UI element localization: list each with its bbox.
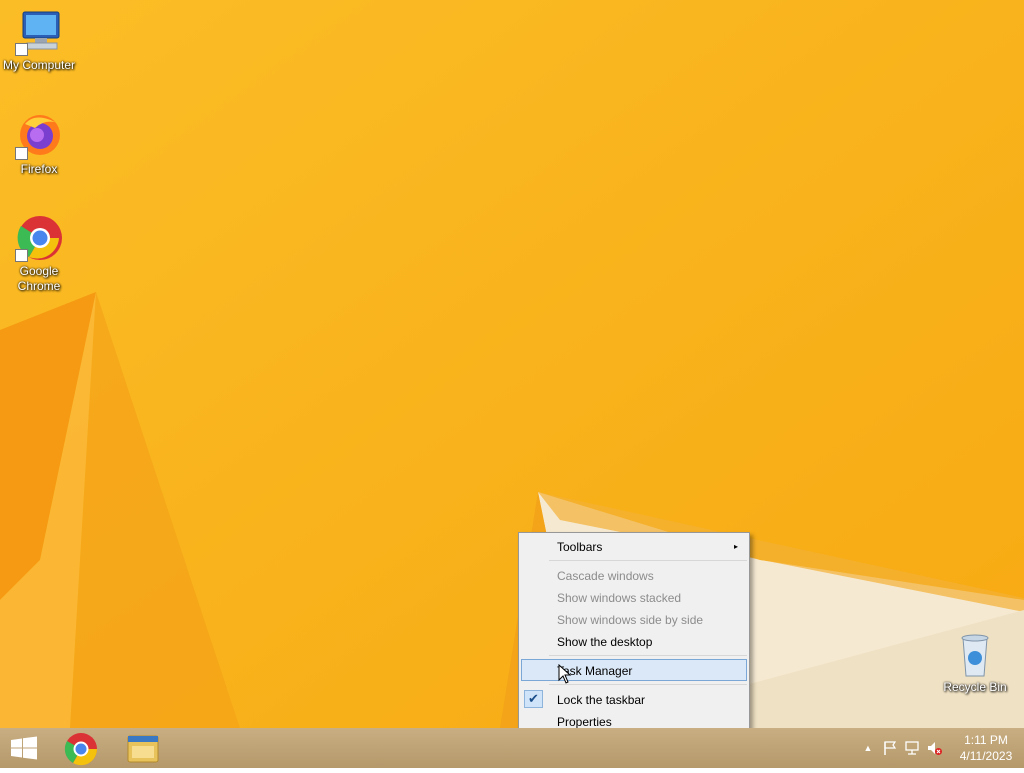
desktop-icon-firefox[interactable]: Firefox [0,112,78,177]
menu-item-label: Cascade windows [557,569,654,583]
shortcut-arrow-icon [15,43,28,56]
volume-muted-icon[interactable] [926,740,942,756]
desktop[interactable]: My Computer Firefox Google Chrome Recycl… [0,0,1024,728]
checkmark-icon: ✔ [524,690,543,708]
clock-time: 1:11 PM [964,733,1008,747]
menu-item-label: Show windows stacked [557,591,682,605]
start-button[interactable] [0,728,48,768]
clock[interactable]: 1:11 PM 4/11/2023 [956,732,1016,764]
desktop-icon-label: My Computer [2,58,76,72]
menu-item-lock-the-taskbar[interactable]: ✔ Lock the taskbar [521,688,747,710]
desktop-icon-my-computer[interactable]: My Computer [0,8,78,73]
menu-item-toolbars[interactable]: Toolbars ▸ [521,535,747,557]
menu-item-show-windows-stacked[interactable]: Show windows stacked [521,586,747,608]
show-hidden-icons-button[interactable]: ▲ [860,740,876,756]
firefox-icon [15,112,63,160]
shortcut-arrow-icon [15,147,28,160]
menu-separator [549,560,747,561]
menu-item-task-manager[interactable]: Task Manager [521,659,747,681]
shortcut-arrow-icon [15,249,28,262]
clock-date: 4/11/2023 [959,749,1013,763]
recycle-bin-icon [951,630,999,678]
menu-separator [549,655,747,656]
menu-item-properties[interactable]: Properties [521,710,747,728]
menu-item-show-the-desktop[interactable]: Show the desktop [521,630,747,652]
menu-item-label: Lock the taskbar [557,693,646,707]
submenu-arrow-icon: ▸ [733,542,738,551]
wallpaper [0,0,1024,728]
menu-item-label: Show the desktop [557,635,653,649]
desktop-icon-label: Google Chrome [17,264,61,293]
windows-logo-icon [11,736,37,760]
action-center-flag-icon[interactable] [882,740,898,756]
menu-separator [549,684,747,685]
menu-item-show-windows-side-by-side[interactable]: Show windows side by side [521,608,747,630]
system-tray: ▲ 1:11 PM 4/11/2023 [844,728,1024,768]
taskbar[interactable]: ▲ 1:11 PM 4/11/2023 [0,728,1024,768]
desktop-icon-google-chrome[interactable]: Google Chrome [0,214,78,294]
mouse-pointer-icon [558,664,572,684]
menu-item-label: Toolbars [557,540,603,554]
desktop-icon-label: Recycle Bin [943,680,1007,694]
menu-item-label: Properties [557,715,612,728]
taskbar-file-explorer-button[interactable] [118,728,168,768]
menu-item-cascade-windows[interactable]: Cascade windows [521,564,747,586]
network-icon[interactable] [904,740,920,756]
computer-icon [15,8,63,56]
chrome-icon [64,733,98,766]
chrome-icon [15,214,63,262]
taskbar-context-menu: Toolbars ▸ Cascade windows Show windows … [518,532,750,728]
desktop-icon-label: Firefox [20,162,58,176]
taskbar-chrome-button[interactable] [56,728,106,768]
menu-item-label: Show windows side by side [557,613,704,627]
desktop-icon-recycle-bin[interactable]: Recycle Bin [936,630,1014,695]
file-explorer-icon [127,735,159,763]
